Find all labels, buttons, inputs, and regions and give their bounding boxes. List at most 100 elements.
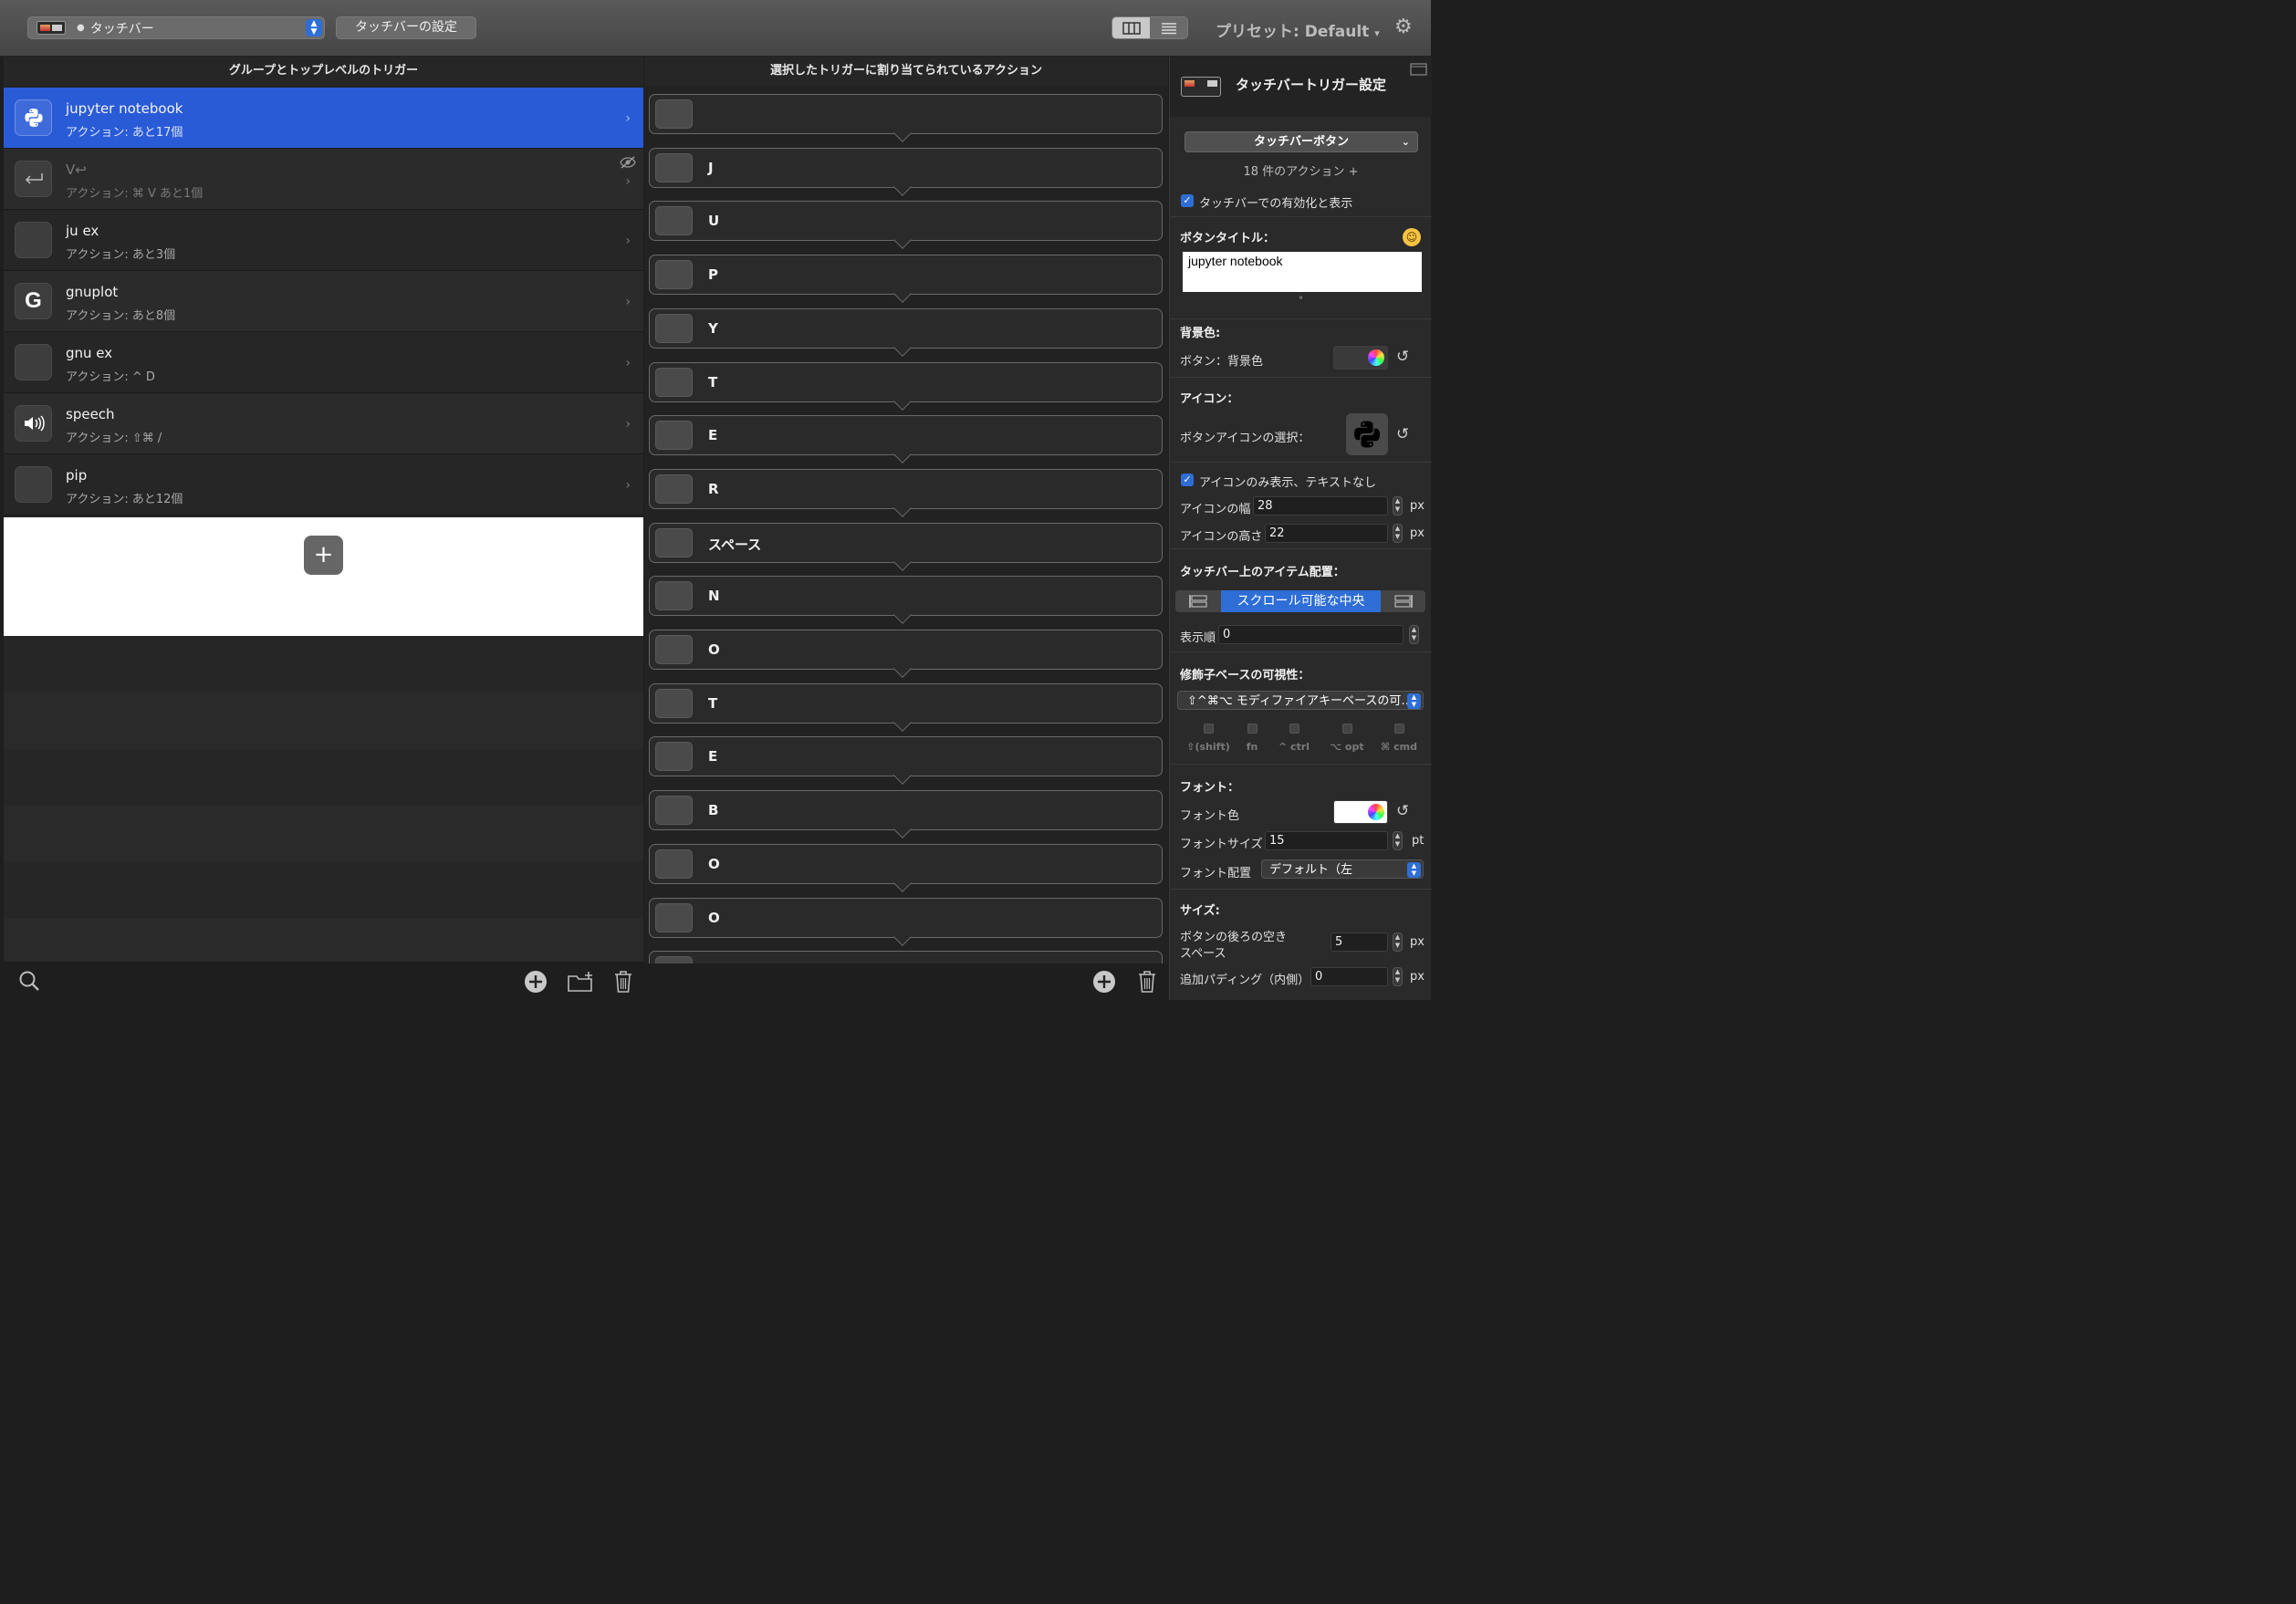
- trigger-type-select[interactable]: タッチバーボタン ⌄: [1185, 131, 1418, 152]
- trash-icon[interactable]: [1137, 970, 1157, 994]
- action-row[interactable]: T: [649, 682, 1163, 732]
- reset-icon[interactable]: ↺: [1396, 348, 1409, 366]
- font-heading: フォント：: [1180, 781, 1240, 795]
- search-icon[interactable]: [18, 970, 40, 992]
- trigger-name: ju ex: [66, 223, 99, 239]
- trigger-name: gnuplot: [66, 284, 119, 300]
- preset-selector[interactable]: プリセット: Default ▾: [1216, 18, 1380, 41]
- device-select[interactable]: ● タッチバー ▲ ▼: [27, 16, 325, 39]
- add-icon[interactable]: [1092, 970, 1116, 994]
- modifier-checkbox[interactable]: [1393, 724, 1404, 734]
- action-label: T: [708, 373, 718, 391]
- color-wheel-icon[interactable]: [1368, 804, 1384, 820]
- icon-size-section: ✓ アイコンのみ表示、テキストなし アイコンの幅 28 ▲ ▼ px アイコンの高…: [1170, 463, 1432, 549]
- align-left-icon[interactable]: [1175, 590, 1221, 612]
- action-row[interactable]: B: [649, 790, 1163, 838]
- action-row[interactable]: P: [649, 255, 1163, 303]
- emoji-picker-icon[interactable]: ☺: [1403, 228, 1421, 246]
- resize-handle-icon[interactable]: °: [1170, 296, 1432, 306]
- action-row[interactable]: E: [649, 736, 1163, 786]
- trigger-name: gnu ex: [66, 345, 113, 361]
- column-view-button[interactable]: [1112, 17, 1150, 38]
- add-trigger-button[interactable]: +: [304, 536, 343, 575]
- action-label: B: [708, 802, 719, 819]
- connector-notch: [893, 498, 912, 517]
- icon-height-stepper[interactable]: ▲ ▼: [1393, 524, 1403, 543]
- color-wheel-icon[interactable]: [1368, 349, 1384, 366]
- padding-field[interactable]: 0: [1310, 967, 1388, 986]
- icon-width-field[interactable]: 28: [1253, 496, 1388, 516]
- action-row[interactable]: J: [649, 147, 1163, 196]
- font-align-select[interactable]: デフォルト（左 ▲ ▼: [1261, 859, 1424, 879]
- action-row[interactable]: U: [649, 201, 1163, 250]
- button-title-input[interactable]: jupyter notebook: [1183, 252, 1422, 292]
- modifier-fn[interactable]: fn: [1236, 724, 1268, 753]
- trigger-row-gnuplot[interactable]: G gnuplot アクション: あと8個 ›: [4, 271, 643, 332]
- modifier-select[interactable]: ⇧^⌘⌥ モディファイアキーベースの可… ▲ ▼: [1177, 691, 1424, 710]
- trigger-row-v-return[interactable]: V↩ アクション: ⌘ V あと1個 ›: [4, 149, 643, 210]
- trigger-row-jupyter-notebook[interactable]: jupyter notebook アクション: あと17個 ›: [4, 88, 643, 149]
- connector-notch: [893, 766, 912, 786]
- size-section: サイズ: ボタンの後ろの空き スペース 5 ▲ ▼ px 追加パディング（内側） …: [1170, 890, 1432, 1000]
- connector-notch: [893, 927, 912, 946]
- python-icon: [1354, 421, 1380, 448]
- action-row[interactable]: [649, 94, 1163, 142]
- trigger-row-ju-ex[interactable]: ju ex アクション: あと3個 ›: [4, 210, 643, 271]
- unit-label: px: [1410, 970, 1425, 984]
- space-after-field[interactable]: 5: [1331, 932, 1388, 952]
- connector-notch: [893, 124, 912, 142]
- trash-icon[interactable]: [613, 970, 633, 994]
- python-icon: [15, 99, 52, 136]
- action-row[interactable]: O: [649, 630, 1163, 678]
- placement-segment[interactable]: スクロール可能な中央: [1175, 590, 1425, 612]
- modifier-checkbox[interactable]: [1247, 724, 1258, 734]
- font-size-field[interactable]: 15: [1265, 831, 1388, 850]
- action-row[interactable]: E: [649, 415, 1163, 464]
- action-row[interactable]: N: [649, 576, 1163, 625]
- trigger-row-pip[interactable]: pip アクション: あと12個 ›: [4, 454, 643, 516]
- action-row[interactable]: T: [649, 361, 1163, 411]
- action-row[interactable]: O: [649, 843, 1163, 892]
- font-size-stepper[interactable]: ▲ ▼: [1393, 831, 1403, 850]
- action-row[interactable]: Y: [649, 307, 1163, 357]
- order-field[interactable]: 0: [1218, 625, 1404, 644]
- detach-window-icon[interactable]: [1410, 61, 1428, 76]
- modifier-opt[interactable]: ⌥ opt: [1321, 724, 1372, 753]
- trigger-row-speech[interactable]: speech アクション: ⇧⌘ / ›: [4, 393, 643, 454]
- icon-height-field[interactable]: 22: [1265, 524, 1388, 543]
- action-label: O: [708, 641, 720, 658]
- icon-width-stepper[interactable]: ▲ ▼: [1393, 496, 1403, 516]
- modifier-checkbox[interactable]: [1289, 724, 1299, 734]
- modifier-checkbox[interactable]: [1341, 724, 1352, 734]
- align-right-icon[interactable]: [1381, 590, 1425, 612]
- modifier-cmd[interactable]: ⌘ cmd: [1372, 724, 1425, 753]
- button-title-heading: ボタンタイトル：: [1180, 232, 1276, 245]
- action-row[interactable]: [649, 951, 1163, 963]
- modifier-shift[interactable]: ⇧(shift): [1177, 724, 1239, 753]
- add-icon[interactable]: [524, 970, 548, 994]
- icon-picker-button[interactable]: [1346, 413, 1388, 455]
- list-view-button[interactable]: [1150, 17, 1187, 38]
- action-icon-placeholder: [655, 474, 693, 504]
- action-row[interactable]: O: [649, 897, 1163, 946]
- modifier-ctrl[interactable]: ^ ctrl: [1270, 724, 1318, 753]
- touchbar-settings-button[interactable]: タッチバーの設定: [336, 16, 476, 39]
- reset-icon[interactable]: ↺: [1396, 802, 1409, 820]
- space-after-stepper[interactable]: ▲ ▼: [1393, 932, 1403, 952]
- action-row[interactable]: R: [649, 468, 1163, 517]
- columns-icon: [1122, 21, 1141, 35]
- order-stepper[interactable]: ▲ ▼: [1409, 625, 1419, 644]
- enable-checkbox[interactable]: ✓: [1181, 194, 1194, 207]
- view-mode-segment[interactable]: [1111, 16, 1188, 39]
- padding-stepper[interactable]: ▲ ▼: [1393, 967, 1403, 986]
- placement-center-option[interactable]: スクロール可能な中央: [1221, 590, 1381, 612]
- icon-only-checkbox[interactable]: ✓: [1181, 474, 1194, 486]
- action-icon-placeholder: [655, 635, 693, 664]
- trigger-row-gnu-ex[interactable]: gnu ex アクション: ^ D ›: [4, 332, 643, 393]
- action-count[interactable]: 18 件のアクション +: [1170, 161, 1432, 179]
- modifier-checkbox[interactable]: [1203, 724, 1214, 734]
- new-folder-icon[interactable]: [567, 971, 594, 993]
- reset-icon[interactable]: ↺: [1396, 425, 1409, 443]
- gear-icon[interactable]: ⚙: [1394, 16, 1413, 38]
- action-row[interactable]: スペース: [649, 522, 1163, 571]
